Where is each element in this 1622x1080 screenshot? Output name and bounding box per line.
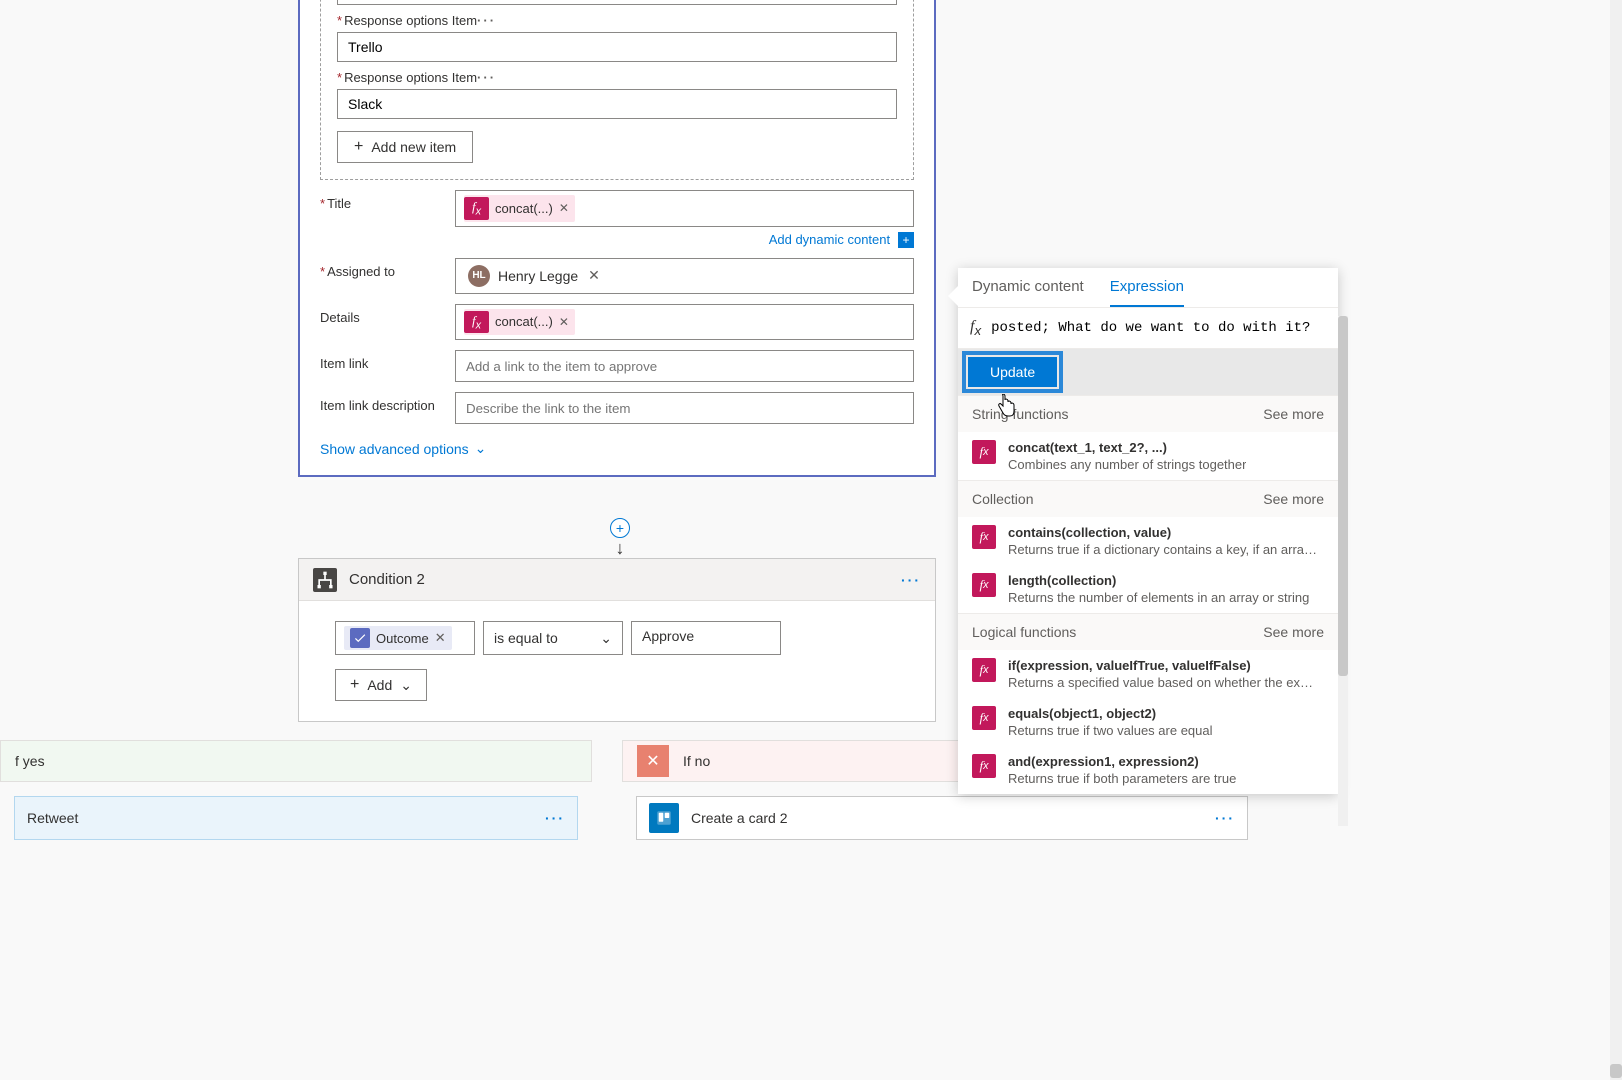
panel-scrollbar-thumb[interactable]: [1338, 316, 1348, 676]
condition-right-field[interactable]: Approve: [631, 621, 781, 655]
fn-and[interactable]: fx and(expression1, expression2) Returns…: [958, 746, 1338, 794]
section-logical-functions: Logical functions See more: [958, 613, 1338, 650]
remove-outcome-icon[interactable]: ✕: [435, 630, 446, 646]
add-condition-button[interactable]: + Add ⌄: [335, 669, 427, 701]
chevron-down-icon: ⌄: [600, 630, 612, 647]
condition-title: Condition 2: [349, 571, 901, 588]
remove-token-icon[interactable]: ✕: [559, 201, 569, 215]
dynamic-plus-icon[interactable]: +: [898, 232, 914, 248]
response-item-2-input[interactable]: [337, 32, 897, 62]
action-menu[interactable]: ···: [1215, 810, 1235, 826]
action-menu[interactable]: ···: [545, 810, 565, 826]
expression-input-row: fx: [958, 308, 1338, 349]
section-string-functions: String functions See more: [958, 395, 1338, 432]
add-dynamic-content-row: Add dynamic content +: [320, 231, 914, 248]
assignee-token[interactable]: HL Henry Legge ✕: [464, 263, 604, 289]
arrow-down-icon: ↓: [610, 538, 630, 559]
approval-action-card: *Response options Item ··· *Response opt…: [298, 0, 936, 477]
plus-icon: +: [354, 138, 363, 156]
if-yes-header[interactable]: f yes: [0, 740, 592, 782]
fn-equals[interactable]: fx equals(object1, object2) Returns true…: [958, 698, 1338, 746]
item-3-menu[interactable]: ···: [477, 70, 496, 85]
details-row: Details fx concat(...) ✕: [320, 304, 914, 341]
trello-icon: [649, 803, 679, 833]
chevron-down-icon: ⌄: [475, 440, 487, 457]
flow-connector: + ↓: [610, 518, 630, 559]
if-yes-branch: f yes Retweet ···: [0, 740, 592, 860]
tab-expression[interactable]: Expression: [1110, 278, 1184, 307]
fx-icon: fx: [970, 318, 981, 338]
title-concat-token[interactable]: fx concat(...) ✕: [464, 195, 575, 222]
fx-icon: fx: [972, 754, 996, 778]
details-field[interactable]: fx concat(...) ✕: [455, 304, 914, 341]
condition-left-field[interactable]: Outcome ✕: [335, 621, 475, 655]
item-link-row: Item link: [320, 350, 914, 382]
chevron-down-icon: ⌄: [400, 677, 412, 694]
avatar: HL: [468, 265, 490, 287]
retweet-action-card[interactable]: Retweet ···: [14, 796, 578, 840]
fx-icon: fx: [972, 525, 996, 549]
fx-icon: fx: [464, 311, 489, 334]
expression-tabs: Dynamic content Expression: [958, 268, 1338, 308]
see-more-link[interactable]: See more: [1263, 624, 1324, 640]
condition-menu[interactable]: ···: [901, 572, 921, 588]
details-concat-token[interactable]: fx concat(...) ✕: [464, 309, 575, 336]
page-scrollbar-track[interactable]: [1610, 0, 1622, 1080]
fx-icon: fx: [972, 573, 996, 597]
create-card-action[interactable]: Create a card 2 ···: [636, 796, 1248, 840]
assigned-to-row: *Assigned to HL Henry Legge ✕: [320, 258, 914, 294]
close-icon: ✕: [637, 745, 669, 777]
item-2-menu[interactable]: ···: [477, 13, 496, 28]
update-bar: Update: [958, 349, 1338, 395]
condition-header[interactable]: Condition 2 ···: [299, 559, 935, 601]
outcome-icon: [350, 628, 370, 648]
add-new-item-button[interactable]: + Add new item: [337, 131, 473, 163]
item-link-desc-row: Item link description: [320, 392, 914, 424]
response-item-3-input[interactable]: [337, 89, 897, 119]
section-collection: Collection See more: [958, 480, 1338, 517]
if-yes-label: f yes: [15, 753, 45, 769]
outcome-token[interactable]: Outcome ✕: [344, 626, 452, 650]
fx-icon: fx: [972, 440, 996, 464]
response-item-1-input[interactable]: [337, 0, 897, 5]
callout-pointer: [948, 286, 958, 306]
fn-contains[interactable]: fx contains(collection, value) Returns t…: [958, 517, 1338, 565]
fn-length[interactable]: fx length(collection) Returns the number…: [958, 565, 1338, 613]
if-no-label: If no: [683, 753, 710, 769]
expression-panel: Dynamic content Expression fx Update Str…: [958, 268, 1338, 794]
show-advanced-options-link[interactable]: Show advanced options ⌄: [320, 440, 486, 457]
response-item-2-label: *Response options Item ···: [337, 13, 897, 28]
expression-input[interactable]: [991, 320, 1326, 336]
condition-card: Condition 2 ··· Outcome ✕ is equal to ⌄ …: [298, 558, 936, 722]
item-link-desc-input[interactable]: [455, 392, 914, 424]
fn-if[interactable]: fx if(expression, valueIfTrue, valueIfFa…: [958, 650, 1338, 698]
panel-scrollbar-track[interactable]: [1338, 316, 1348, 826]
response-options-group: *Response options Item ··· *Response opt…: [320, 0, 914, 180]
insert-step-button[interactable]: +: [610, 518, 630, 538]
add-dynamic-content-link[interactable]: Add dynamic content: [769, 232, 890, 247]
assigned-to-field[interactable]: HL Henry Legge ✕: [455, 258, 914, 294]
fn-concat[interactable]: fx concat(text_1, text_2?, ...) Combines…: [958, 432, 1338, 480]
tab-dynamic-content[interactable]: Dynamic content: [972, 278, 1084, 307]
title-row: *Title fx concat(...) ✕: [320, 190, 914, 227]
see-more-link[interactable]: See more: [1263, 491, 1324, 507]
condition-body: Outcome ✕ is equal to ⌄ Approve + Add ⌄: [299, 601, 935, 721]
item-link-input[interactable]: [455, 350, 914, 382]
fx-icon: fx: [464, 197, 489, 220]
update-button[interactable]: Update: [968, 357, 1057, 387]
remove-token-icon[interactable]: ✕: [559, 315, 569, 329]
response-item-3-label: *Response options Item ···: [337, 70, 897, 85]
fx-icon: fx: [972, 658, 996, 682]
see-more-link[interactable]: See more: [1263, 406, 1324, 422]
remove-assignee-icon[interactable]: ✕: [588, 267, 600, 284]
condition-icon: [313, 568, 337, 592]
condition-operator-select[interactable]: is equal to ⌄: [483, 621, 623, 655]
fx-icon: fx: [972, 706, 996, 730]
title-field[interactable]: fx concat(...) ✕: [455, 190, 914, 227]
plus-icon: +: [350, 676, 359, 694]
page-scrollbar-thumb[interactable]: [1610, 1064, 1622, 1078]
